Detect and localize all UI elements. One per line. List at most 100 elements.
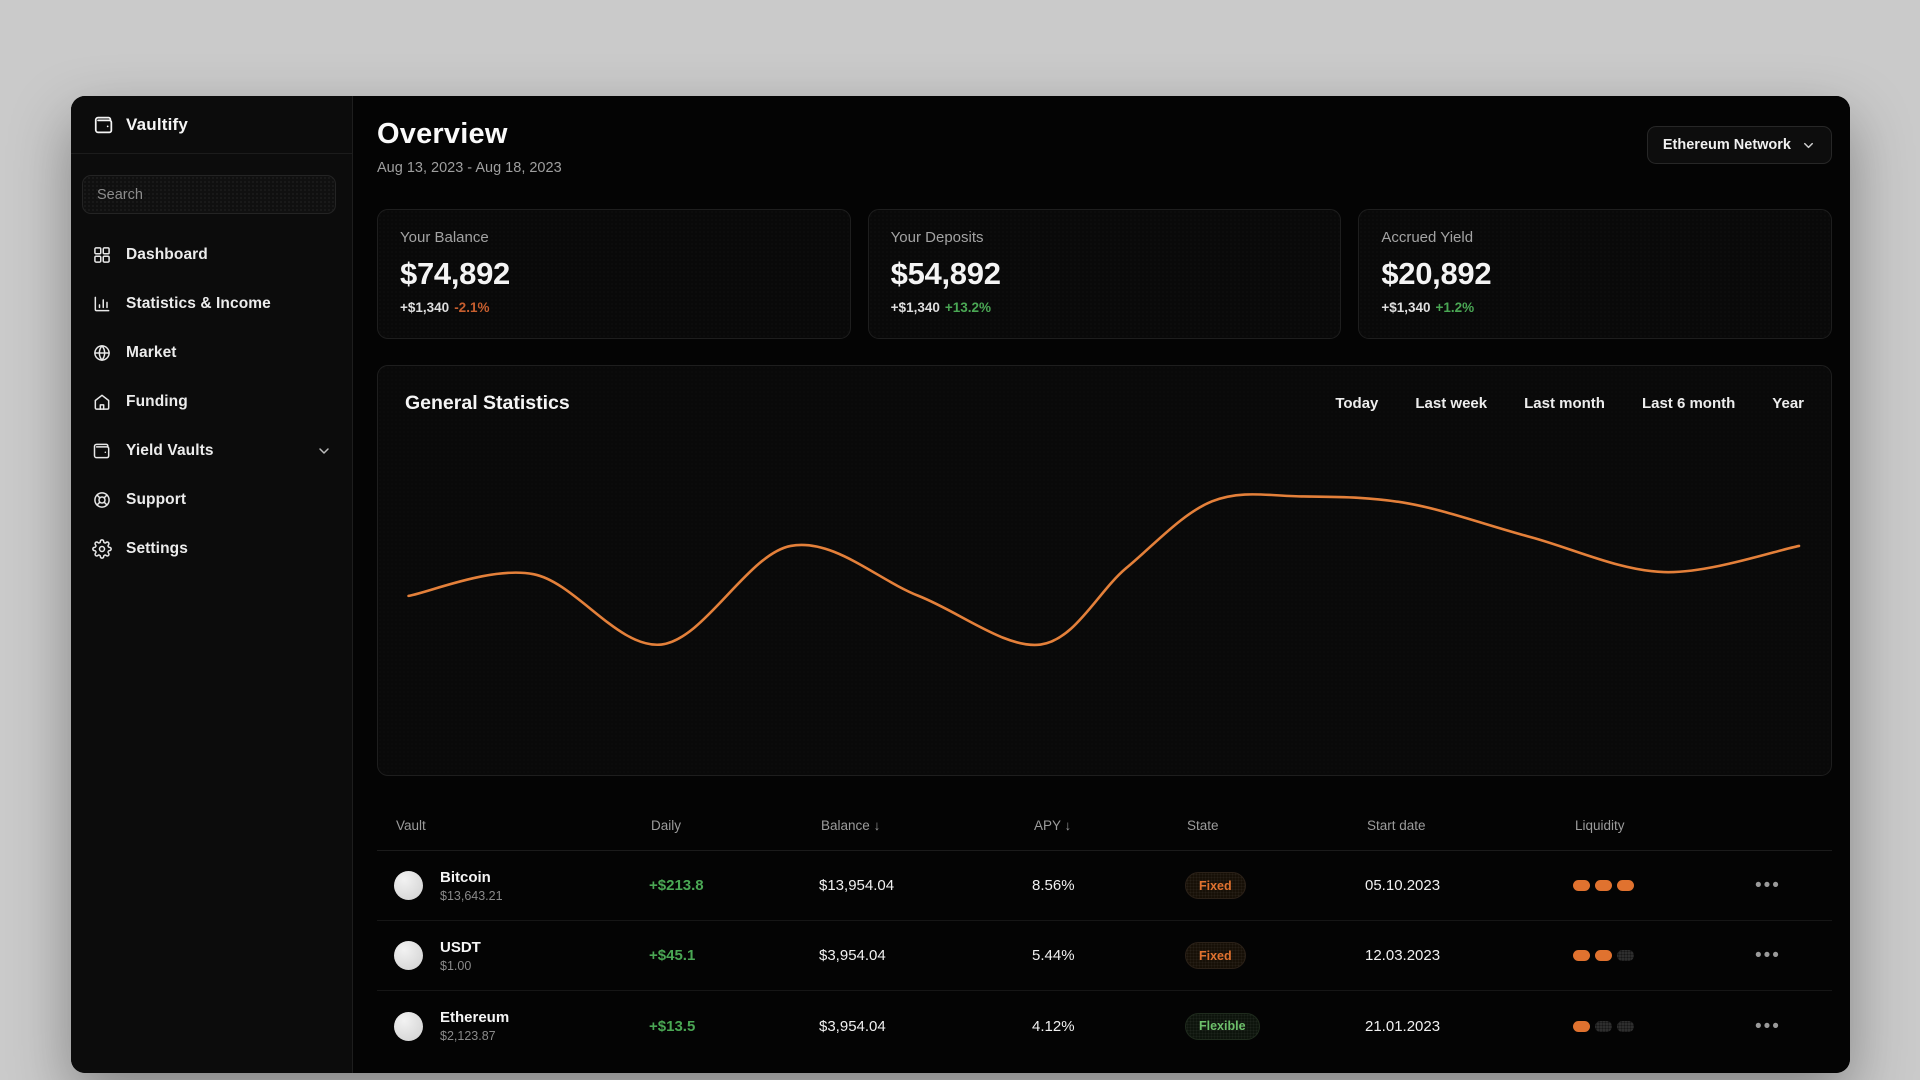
table-row-bitcoin[interactable]: Bitcoin $13,643.21 +$213.8 $13,954.04 8.56% F… <box>377 851 1832 921</box>
balance-cell: $3,954.04 <box>819 1017 886 1035</box>
bar-chart-icon <box>92 294 112 314</box>
chevron-down-icon <box>1804 142 1813 148</box>
home-icon <box>92 392 112 412</box>
daily-cell: +$213.8 <box>649 877 704 894</box>
liquidity-dot <box>1595 880 1612 891</box>
liquidity-dot <box>1617 1020 1634 1032</box>
ellipsis-icon[interactable]: ••• <box>1755 876 1832 895</box>
sidebar-item-market[interactable]: Market <box>71 328 352 377</box>
panel-title: General Statistics <box>405 392 570 414</box>
stat-card-delta: +$1,340 +13.2% <box>890 300 992 315</box>
sidebar-item-label: Settings <box>126 539 188 557</box>
sidebar-item-label: Statistics & Income <box>126 294 271 312</box>
table-row-usdt[interactable]: USDT $1.00 +$45.1 $3,954.04 5.44% Fixed 12.03.… <box>377 921 1832 991</box>
stat-card-delta: +$1,340 +1.2% <box>1381 300 1475 315</box>
balance-cell: $3,954.04 <box>819 947 886 964</box>
lifebuoy-icon <box>92 490 112 510</box>
table-row-ethereum[interactable]: Ethereum $2,123.87 +$13.5 $3,954.04 4.12% Fle… <box>377 991 1832 1061</box>
sidebar-item-label: Support <box>126 490 187 508</box>
main-content: Overview Aug 13, 2023 - Aug 18, 2023 Eth… <box>353 96 1850 1073</box>
liquidity-indicator <box>1573 880 1755 891</box>
start-date-cell: 21.01.2023 <box>1365 1017 1441 1035</box>
vaults-table: Vault Daily Balance ↓ APY ↓ State Start date L… <box>377 801 1832 1061</box>
sidebar-item-dashboard[interactable]: Dashboard <box>71 230 352 279</box>
network-selector-label: Ethereum Network <box>1662 137 1791 153</box>
sidebar-nav: Dashboard Statistics & Income Market Fundin… <box>71 224 352 579</box>
vault-cell: Ethereum $2,123.87 <box>377 1009 649 1043</box>
liquidity-dot <box>1573 950 1590 961</box>
vault-name: USDT <box>440 938 481 956</box>
stat-cards-row: Your Balance $74,892 +$1,340 -2.1% Your Depo… <box>377 209 1833 339</box>
filter-today[interactable]: Today <box>1335 395 1378 412</box>
vault-name: Bitcoin <box>440 868 491 886</box>
liquidity-indicator <box>1573 950 1755 961</box>
stat-card-delta: +$1,340 -2.1% <box>400 300 490 315</box>
stat-card-label: Your Balance <box>400 229 489 246</box>
app-title: Vaultify <box>126 114 189 134</box>
dashboard-grid-icon <box>92 245 112 265</box>
column-header-start-date: Start date <box>1367 818 1426 833</box>
column-header-state: State <box>1187 818 1219 833</box>
state-cell: Flexible <box>1185 1012 1365 1040</box>
page-title: Overview <box>377 118 508 150</box>
gear-icon <box>92 538 112 559</box>
column-header-daily: Daily <box>651 818 682 833</box>
filter-last-6-month[interactable]: Last 6 month <box>1642 395 1735 412</box>
filter-last-week[interactable]: Last week <box>1415 395 1487 412</box>
page-header: Overview Aug 13, 2023 - Aug 18, 2023 Eth… <box>377 118 1832 176</box>
sidebar-item-yield-vaults[interactable]: Yield Vaults <box>71 426 352 475</box>
chevron-down-icon <box>316 443 332 459</box>
liquidity-dot <box>1595 950 1612 961</box>
daily-cell: +$45.1 <box>649 947 696 964</box>
liquidity-dot <box>1573 880 1590 891</box>
sort-arrow-icon: ↓ <box>873 818 881 833</box>
network-selector-button[interactable]: Ethereum Network <box>1646 126 1832 164</box>
sidebar-item-settings[interactable]: Settings <box>71 524 352 573</box>
column-header-liquidity: Liquidity <box>1575 818 1625 833</box>
state-badge: Fixed <box>1185 942 1246 969</box>
filter-year[interactable]: Year <box>1772 395 1804 412</box>
liquidity-dot <box>1617 950 1634 961</box>
sidebar-item-support[interactable]: Support <box>71 475 352 524</box>
state-cell: Fixed <box>1185 872 1365 899</box>
column-header-balance[interactable]: Balance ↓ <box>819 818 1032 833</box>
ellipsis-icon[interactable]: ••• <box>1755 946 1832 965</box>
search-box[interactable] <box>82 175 336 214</box>
stat-card-label: Your Deposits <box>890 229 984 246</box>
liquidity-dot <box>1595 1020 1612 1032</box>
search-input[interactable] <box>97 186 321 203</box>
table-header-row: Vault Daily Balance ↓ APY ↓ State Start date L… <box>377 801 1832 851</box>
app-logo: Vaultify <box>71 96 352 154</box>
column-header-apy[interactable]: APY ↓ <box>1032 818 1185 833</box>
daily-cell: +$13.5 <box>649 1017 696 1035</box>
vault-avatar <box>394 941 423 970</box>
stat-card-value: $74,892 <box>400 256 510 291</box>
ellipsis-icon[interactable]: ••• <box>1755 1017 1832 1036</box>
stat-card-value: $54,892 <box>890 256 1001 291</box>
state-badge: Flexible <box>1185 1012 1260 1040</box>
stat-card-your-balance: Your Balance $74,892 +$1,340 -2.1% <box>377 209 851 339</box>
sidebar-item-label: Market <box>126 343 177 361</box>
balance-cell: $13,954.04 <box>819 877 895 894</box>
date-range: Aug 13, 2023 - Aug 18, 2023 <box>377 160 562 176</box>
apy-cell: 4.12% <box>1032 1017 1075 1035</box>
apy-cell: 5.44% <box>1032 947 1075 964</box>
state-badge: Fixed <box>1185 872 1246 899</box>
sidebar: Vaultify Dashboard Statistics & Income Mar… <box>71 96 353 1073</box>
sidebar-item-funding[interactable]: Funding <box>71 377 352 426</box>
panel-header: General Statistics Today Last week Last mo… <box>405 392 1804 415</box>
table-body: Bitcoin $13,643.21 +$213.8 $13,954.04 8.56% F… <box>377 851 1832 1061</box>
time-filters: Today Last week Last month Last 6 month Year <box>1335 395 1804 412</box>
sort-arrow-icon: ↓ <box>1064 818 1072 833</box>
sidebar-item-label: Funding <box>126 392 188 410</box>
state-cell: Fixed <box>1185 942 1365 969</box>
statistics-line-chart <box>407 493 1801 647</box>
liquidity-dot <box>1617 880 1634 891</box>
filter-last-month[interactable]: Last month <box>1524 395 1605 412</box>
sidebar-item-statistics-income[interactable]: Statistics & Income <box>71 279 352 328</box>
stat-card-value: $20,892 <box>1381 256 1492 291</box>
stat-card-label: Accrued Yield <box>1381 229 1474 246</box>
wallet-icon <box>92 441 112 461</box>
vault-avatar <box>394 1011 423 1041</box>
stat-card-accrued-yield: Accrued Yield $20,892 +$1,340 +1.2% <box>1358 209 1833 339</box>
